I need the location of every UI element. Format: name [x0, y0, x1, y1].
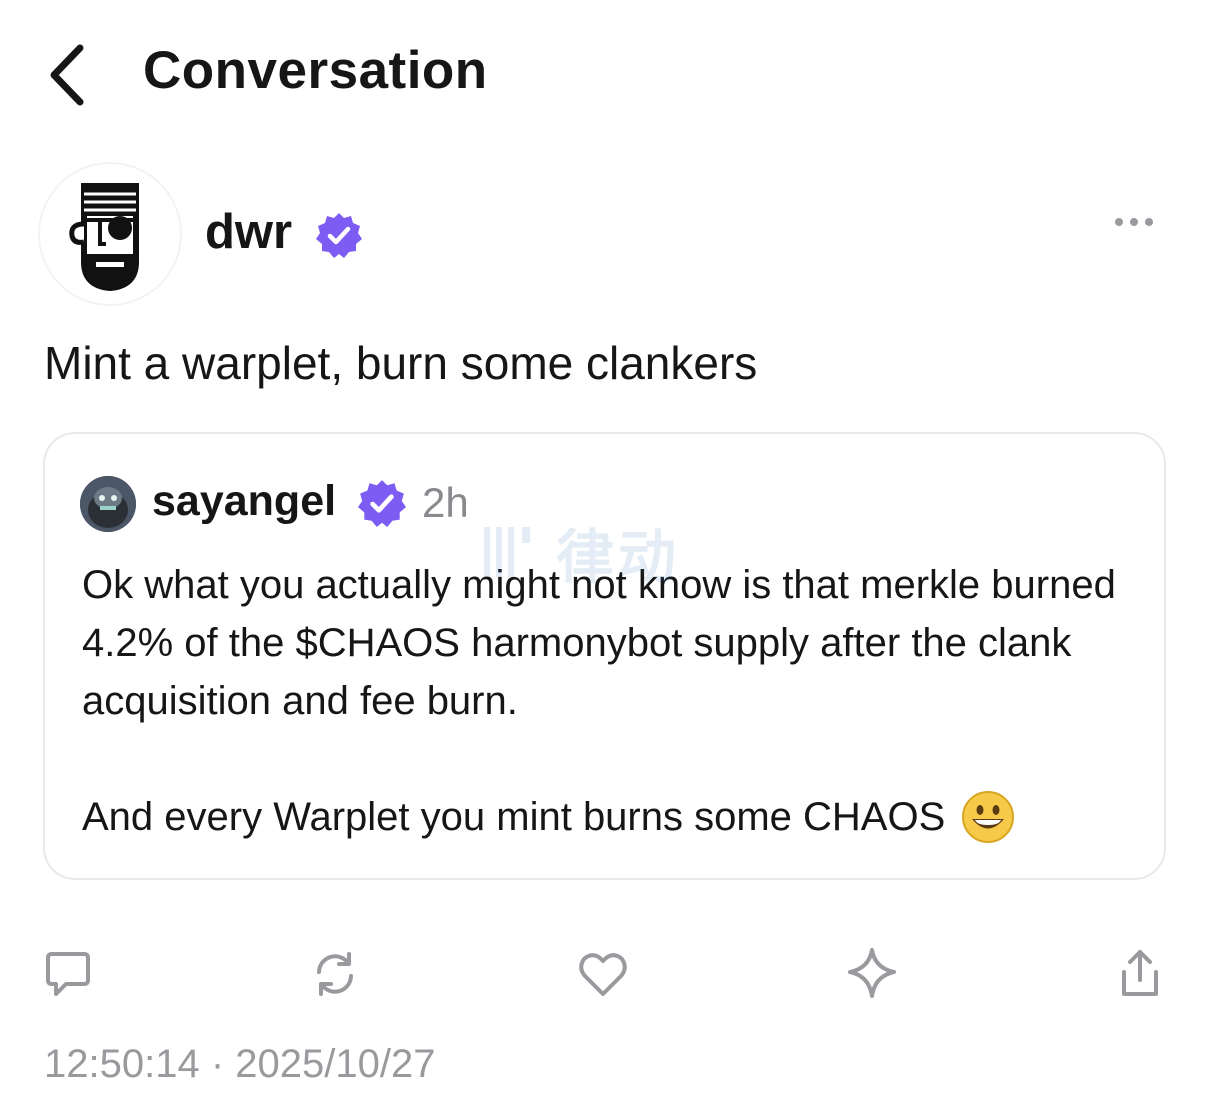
reply-button[interactable] — [38, 944, 98, 1004]
verified-badge-icon — [357, 478, 407, 528]
grinning-face-emoji — [961, 790, 1015, 844]
sparkle-icon — [848, 948, 896, 998]
timestamp: 12:50:14 · 2025/10/27 — [44, 1042, 436, 1086]
creature-avatar-icon — [80, 476, 136, 532]
quote-time: 2h — [422, 479, 469, 526]
page-title: Conversation — [143, 41, 488, 100]
share-button[interactable] — [1110, 944, 1170, 1004]
pirate-avatar-icon — [69, 183, 139, 292]
author-avatar[interactable] — [38, 162, 182, 306]
cast-text: Mint a warplet, burn some clankers — [44, 337, 758, 389]
sparkle-button[interactable] — [842, 944, 902, 1004]
quote-paragraph: Ok what you actually might not know is t… — [82, 563, 1116, 723]
verified-badge-icon — [315, 211, 363, 259]
author-name[interactable]: dwr — [205, 204, 292, 260]
more-options-button[interactable] — [1108, 204, 1160, 240]
share-icon — [1122, 950, 1158, 996]
quote-paragraph: And every Warplet you mint burns some CH… — [82, 795, 946, 839]
quote-author-name[interactable]: sayangel — [152, 477, 336, 526]
quote-body: Ok what you actually might not know is t… — [82, 556, 1142, 846]
ellipsis-icon — [1115, 218, 1153, 226]
heart-icon — [579, 953, 627, 996]
quote-author-avatar[interactable] — [80, 476, 136, 532]
back-button[interactable] — [44, 40, 94, 110]
reply-icon — [46, 952, 90, 996]
chevron-left-icon — [50, 44, 84, 106]
recast-button[interactable] — [305, 944, 365, 1004]
like-button[interactable] — [573, 944, 633, 1004]
recast-icon — [317, 952, 353, 996]
